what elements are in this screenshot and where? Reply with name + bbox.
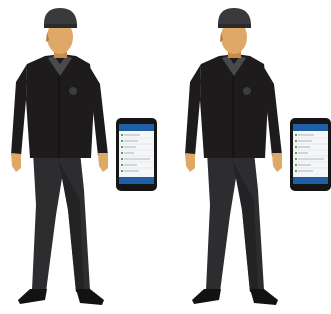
pants [206, 152, 264, 292]
smartphone-2 [290, 118, 331, 191]
smartphone-1 [116, 118, 157, 191]
badge-icon [243, 87, 251, 95]
shoes [192, 289, 278, 305]
head [218, 8, 251, 58]
badge-icon [69, 87, 77, 95]
pants [32, 152, 90, 292]
illustration-canvas [11, 8, 331, 305]
security-guard-figure-2 [185, 8, 282, 305]
shoes [18, 289, 104, 305]
jacket [200, 54, 268, 158]
jacket [26, 54, 94, 158]
security-guard-figure-1 [11, 8, 108, 305]
head [44, 8, 77, 58]
